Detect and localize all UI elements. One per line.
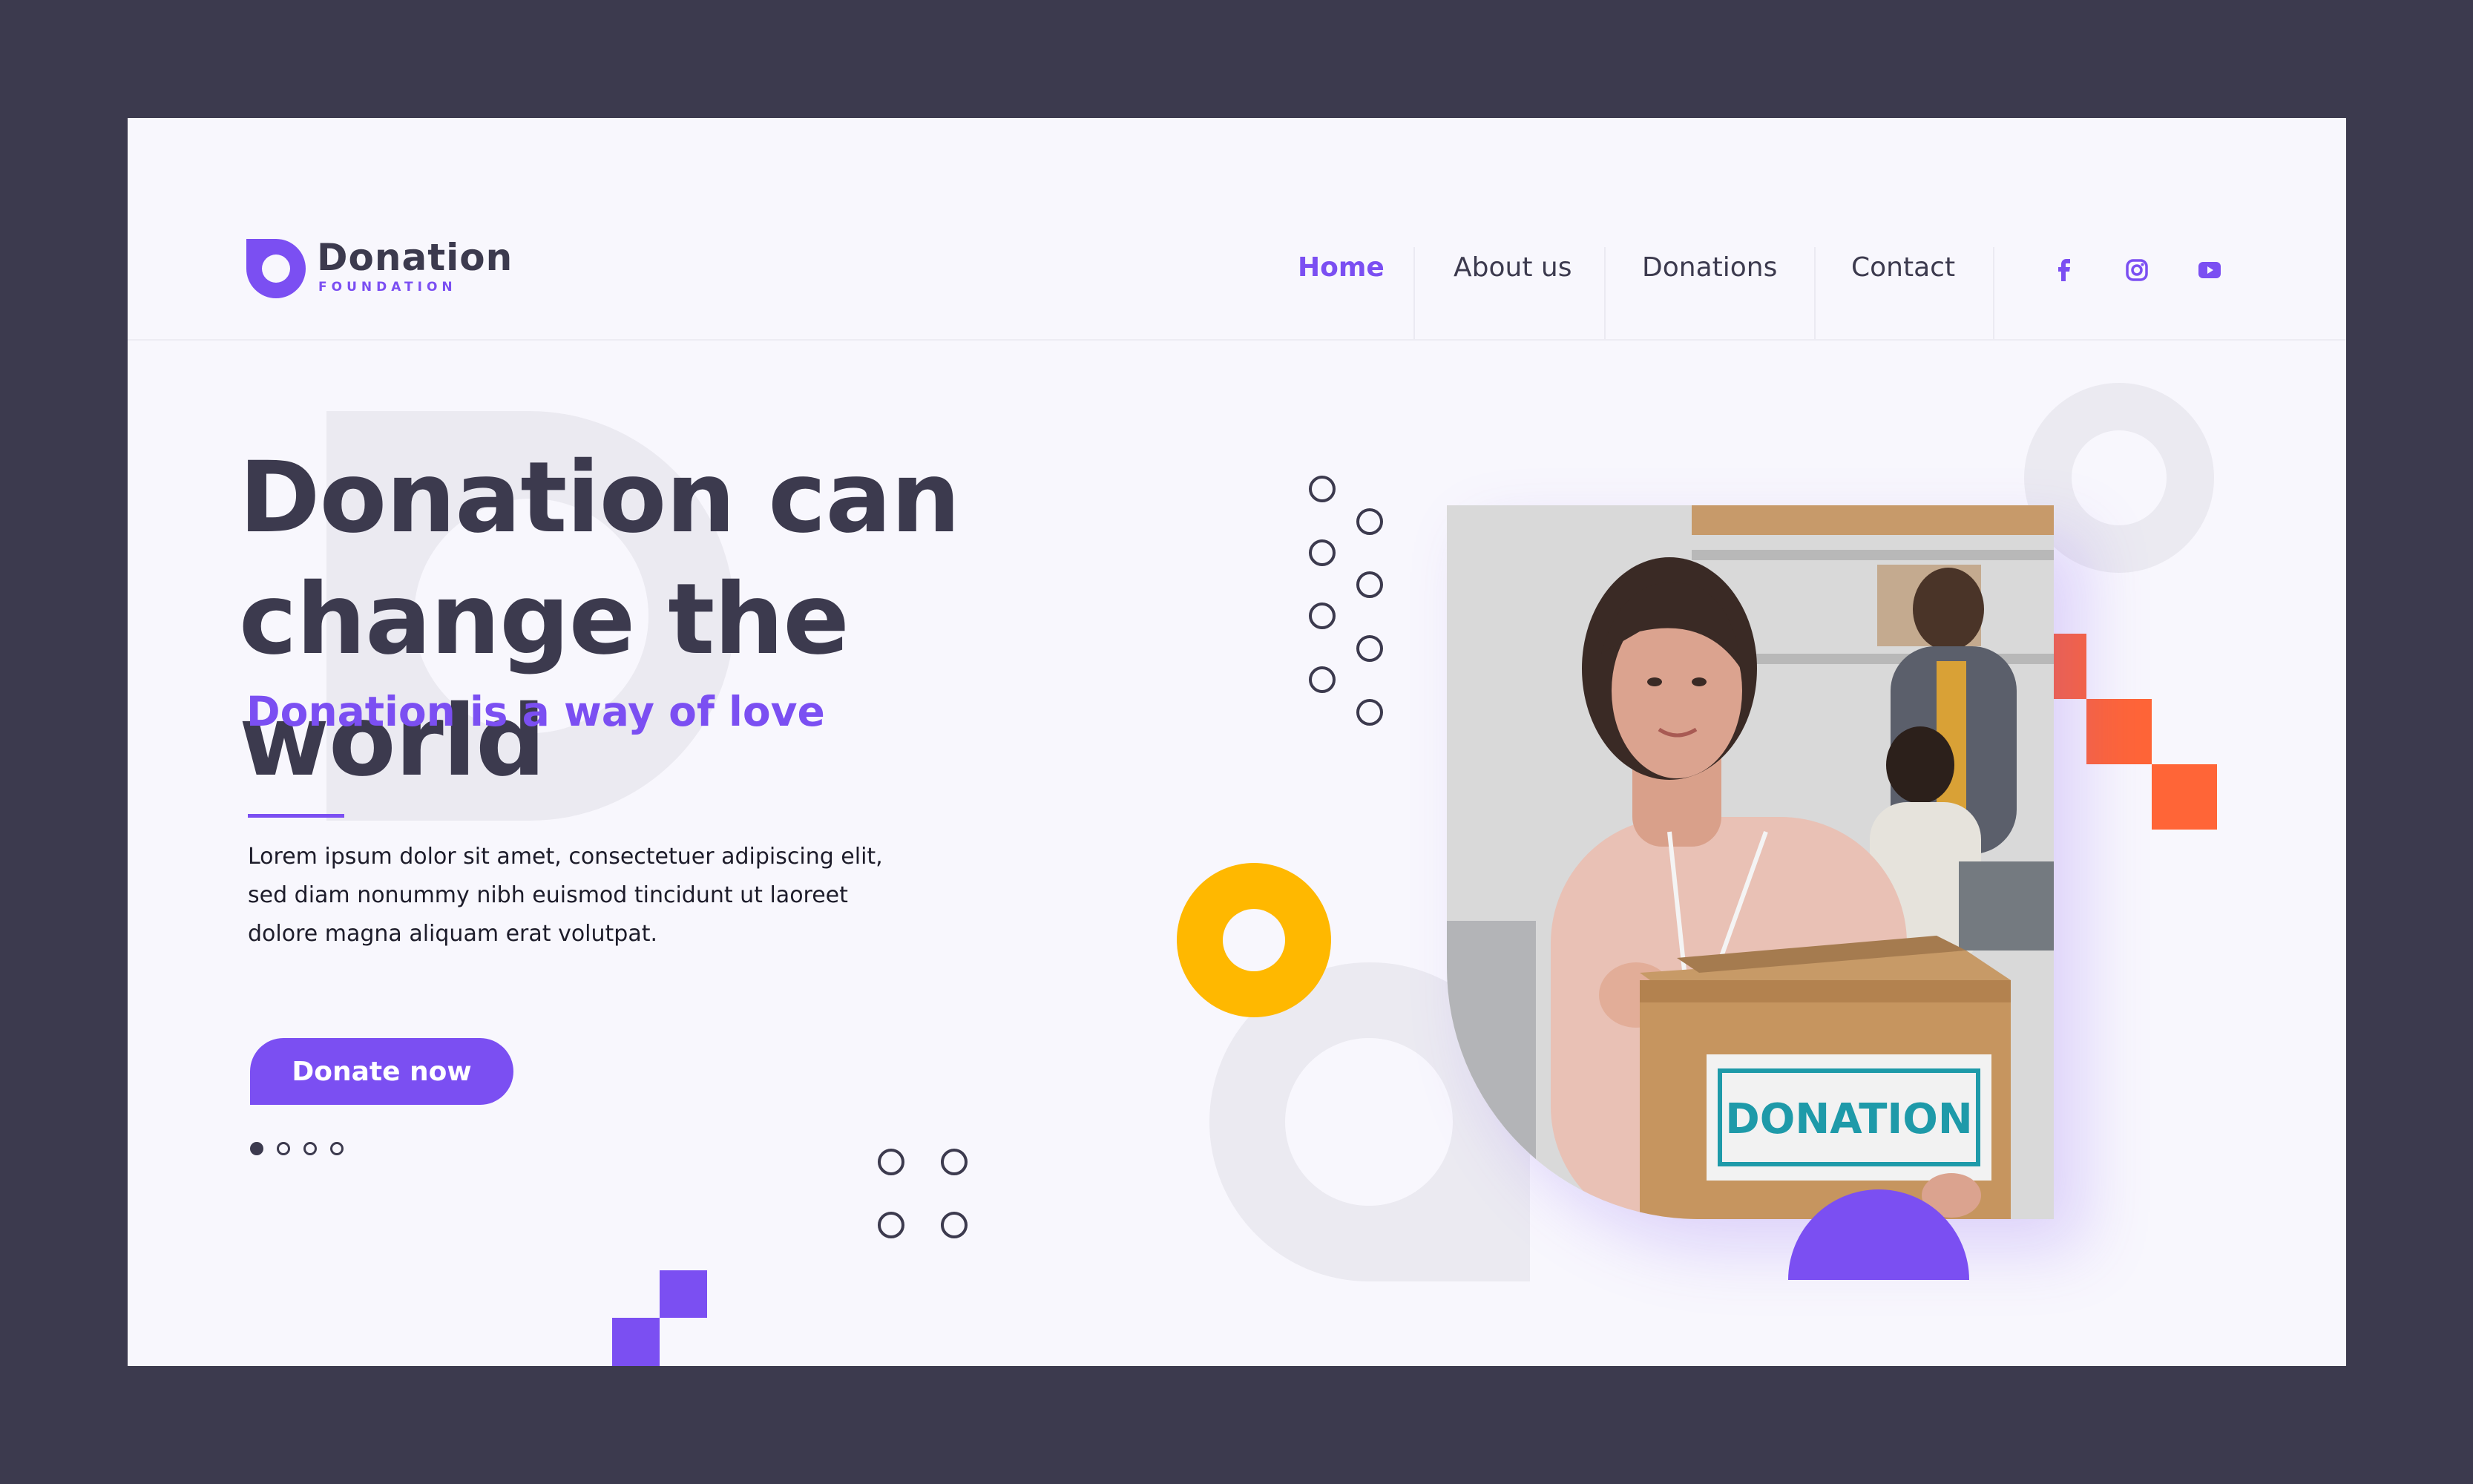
nav-divider xyxy=(1413,247,1415,340)
instagram-icon[interactable] xyxy=(2124,257,2150,283)
logo-mark-icon[interactable] xyxy=(246,239,306,298)
logo-title[interactable]: Donation xyxy=(317,235,513,280)
ring-decor xyxy=(878,1149,904,1175)
youtube-icon[interactable] xyxy=(2196,257,2223,283)
facebook-icon[interactable] xyxy=(2051,257,2078,283)
landing-page: Donation FOUNDATION Home About us Donati… xyxy=(128,118,2346,1366)
ring-decor xyxy=(878,1212,904,1238)
ring-decor xyxy=(1356,635,1383,662)
nav-about-us[interactable]: About us xyxy=(1454,246,1572,290)
hero-subtitle: Donation is a way of love xyxy=(246,688,825,735)
ring-decor xyxy=(1309,603,1336,629)
ring-decor xyxy=(1356,571,1383,598)
hero-title: Donation can change the world xyxy=(239,437,1166,802)
slide-dot[interactable] xyxy=(303,1142,317,1155)
yellow-ring-decor xyxy=(1177,863,1331,1017)
volunteer-photo-illustration: DONATION xyxy=(1447,505,2054,1219)
orange-pixel-decor xyxy=(2086,699,2152,764)
ring-decor xyxy=(941,1149,968,1175)
orange-pixel-decor xyxy=(2152,764,2217,830)
nav-divider xyxy=(1993,247,1994,340)
slide-pager xyxy=(250,1142,344,1155)
nav-contact[interactable]: Contact xyxy=(1851,246,1955,290)
hero-photo: DONATION xyxy=(1447,505,2054,1219)
slide-dot[interactable] xyxy=(277,1142,290,1155)
hero-title-line1: Donation can xyxy=(239,441,961,555)
box-label: DONATION xyxy=(1725,1095,1972,1143)
ring-decor xyxy=(1309,666,1336,693)
ring-decor xyxy=(1309,476,1336,502)
nav-divider xyxy=(1604,247,1606,340)
purple-pixel-decor xyxy=(612,1318,660,1366)
ring-decor xyxy=(1356,699,1383,726)
slide-dot-active[interactable] xyxy=(250,1142,263,1155)
donate-now-button[interactable]: Donate now xyxy=(250,1038,513,1105)
nav-home[interactable]: Home xyxy=(1298,246,1385,290)
ring-decor xyxy=(1309,539,1336,566)
header-divider xyxy=(128,339,2346,341)
purple-pixel-decor xyxy=(660,1270,707,1318)
hero-description: Lorem ipsum dolor sit amet, consectetuer… xyxy=(248,844,883,947)
accent-divider xyxy=(248,814,344,818)
logo-tagline: FOUNDATION xyxy=(318,280,457,295)
nav-divider xyxy=(1814,247,1816,340)
hero-title-line2: change the world xyxy=(239,562,850,798)
slide-dot[interactable] xyxy=(330,1142,344,1155)
ring-decor xyxy=(1356,508,1383,535)
ring-decor xyxy=(941,1212,968,1238)
nav-donations[interactable]: Donations xyxy=(1642,246,1777,290)
